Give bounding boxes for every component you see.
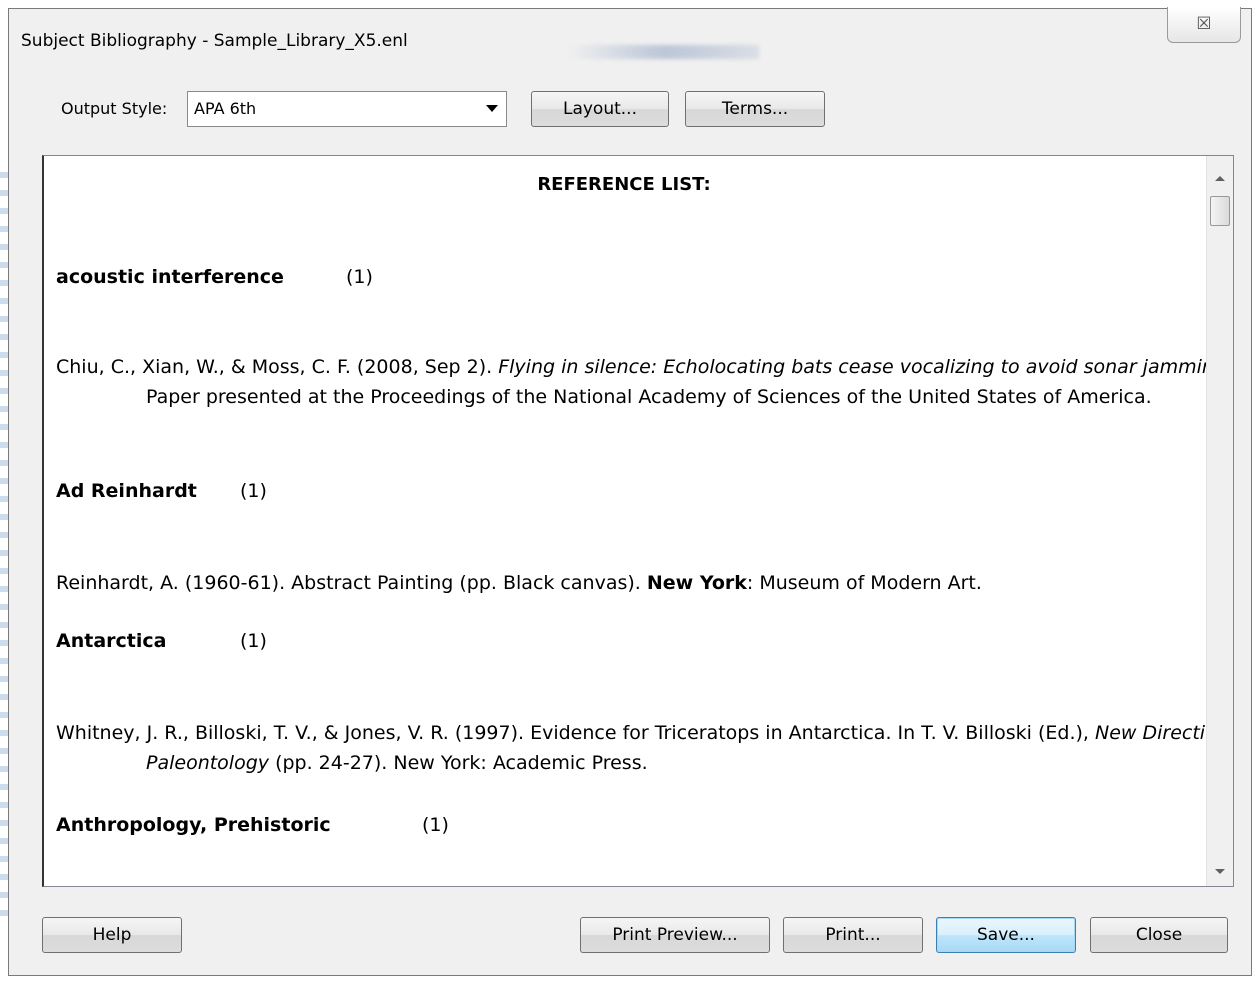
print-button[interactable]: Print...	[783, 917, 923, 953]
window-close-button[interactable]: ☒	[1167, 7, 1241, 43]
terms-button[interactable]: Terms...	[685, 91, 825, 127]
window-title: Subject Bibliography - Sample_Library_X5…	[21, 31, 408, 51]
reference-text: : Museum of Modern Art.	[746, 572, 982, 594]
subject-count: (1)	[346, 266, 373, 288]
reference-entry: Whitney, J. R., Billoski, T. V., & Jones…	[56, 718, 1233, 778]
output-style-select[interactable]: APA 6th	[187, 91, 507, 127]
subject-term: acoustic interference (1)	[56, 266, 373, 288]
scrollbar-thumb[interactable]	[1210, 196, 1230, 226]
reference-text: Whitney, J. R., Billoski, T. V., & Jones…	[56, 722, 1095, 744]
subject-count: (1)	[240, 480, 267, 502]
reference-entry: Chiu, C., Xian, W., & Moss, C. F. (2008,…	[56, 352, 1233, 412]
close-icon: ☒	[1196, 14, 1212, 34]
subject-term: Ad Reinhardt (1)	[56, 480, 267, 502]
subject-term-text: Antarctica	[56, 630, 167, 652]
subject-term: Antarctica (1)	[56, 630, 267, 652]
reference-text: Paper presented at the Proceedings of th…	[146, 386, 1152, 408]
subject-term-text: Anthropology, Prehistoric	[56, 814, 331, 836]
print-preview-button[interactable]: Print Preview...	[580, 917, 770, 953]
reference-list-heading: REFERENCE LIST:	[537, 174, 711, 195]
output-style-value: APA 6th	[194, 99, 257, 118]
scroll-down-arrow-icon[interactable]	[1215, 869, 1225, 874]
reference-text: (pp. 24-27). New York: Academic Press.	[269, 752, 648, 774]
subject-term-text: Ad Reinhardt	[56, 480, 197, 502]
vertical-scrollbar[interactable]	[1206, 156, 1233, 886]
reference-text: Reinhardt, A. (1960-61). Abstract Painti…	[56, 572, 647, 594]
chevron-down-icon	[486, 105, 498, 112]
scroll-up-arrow-icon[interactable]	[1215, 176, 1225, 181]
close-button[interactable]: Close	[1090, 917, 1228, 953]
subject-count: (1)	[240, 630, 267, 652]
subject-term: Anthropology, Prehistoric (1)	[56, 814, 449, 836]
save-button[interactable]: Save...	[936, 917, 1076, 953]
bibliography-preview[interactable]: REFERENCE LIST: acoustic interference (1…	[42, 155, 1234, 887]
layout-button[interactable]: Layout...	[531, 91, 669, 127]
help-button[interactable]: Help	[42, 917, 182, 953]
reference-title-italic: Flying in silence: Echolocating bats cea…	[498, 356, 1233, 378]
background-blurred-text	[569, 45, 759, 59]
subject-bibliography-dialog: Subject Bibliography - Sample_Library_X5…	[8, 7, 1252, 976]
output-style-label: Output Style:	[61, 99, 168, 118]
reference-text: Chiu, C., Xian, W., & Moss, C. F. (2008,…	[56, 356, 499, 378]
subject-count: (1)	[422, 814, 449, 836]
reference-place-bold: New York	[646, 572, 747, 594]
reference-entry: Reinhardt, A. (1960-61). Abstract Painti…	[56, 568, 1233, 598]
subject-term-text: acoustic interference	[56, 266, 284, 288]
